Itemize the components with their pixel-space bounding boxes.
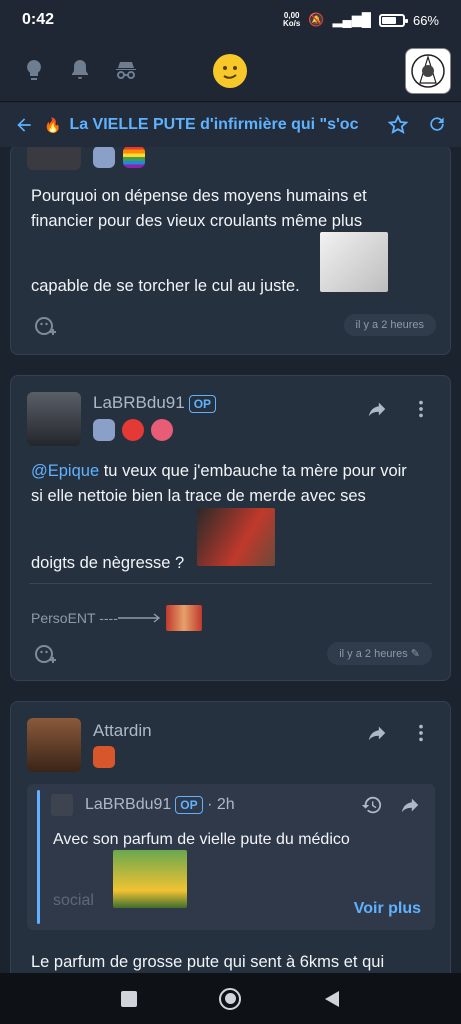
home-button[interactable] — [219, 987, 242, 1010]
author-line: LaBRBdu91 OP — [93, 393, 217, 413]
timestamp-text: il y a 2 heures — [339, 648, 408, 660]
status-bar: 0:42 0,00 Ko/s 🔕 ▂▄▆█ 66% — [0, 0, 461, 40]
message-feed[interactable]: Pourquoi on dépense des moyens humains e… — [0, 147, 461, 973]
rank-badge — [93, 419, 115, 441]
badge-row — [93, 147, 149, 173]
post-timestamp: il y a 2 heures ✎ — [327, 642, 432, 665]
star-icon[interactable] — [387, 114, 409, 136]
quote-author-name[interactable]: LaBRBdu91 — [85, 796, 171, 813]
quote-image[interactable] — [113, 850, 187, 908]
author-avatar[interactable] — [27, 392, 81, 446]
quote-bar — [37, 790, 40, 924]
add-reaction-icon[interactable] — [33, 314, 57, 338]
lightbulb-icon[interactable] — [22, 58, 46, 82]
network-speed: 0,00 Ko/s — [283, 12, 300, 28]
smiley-icon[interactable] — [213, 54, 247, 88]
author-avatar[interactable] — [27, 147, 81, 170]
post-card: Pourquoi on dépense des moyens humains e… — [10, 147, 451, 355]
sticker-image[interactable] — [320, 232, 388, 292]
topic-bar: 🔥 La VIELLE PUTE d'infirmière qui "s'oc — [0, 103, 461, 147]
clown-badge — [122, 419, 144, 441]
post-text: Le parfum de grosse pute qui sent à 6kms… — [31, 953, 385, 971]
quote-faded-text: social — [53, 892, 94, 909]
quote-header: LaBRBdu91 OP · 2h — [85, 796, 235, 814]
quote-block[interactable]: LaBRBdu91 OP · 2h Avec son parfum de viel… — [27, 784, 435, 930]
signature: PersoENT ---- — [31, 605, 202, 631]
post-line: si elle nettoie bien la trace de merde a… — [31, 487, 366, 505]
battery-percent: 66% — [412, 12, 439, 28]
back-button[interactable] — [324, 990, 340, 1008]
more-options-icon[interactable] — [410, 398, 432, 420]
add-reaction-icon[interactable] — [33, 642, 57, 666]
ornament-badge — [151, 419, 173, 441]
share-icon[interactable] — [366, 398, 388, 420]
quote-author-avatar[interactable] — [51, 794, 73, 816]
recent-apps-button[interactable] — [121, 990, 138, 1007]
author-name[interactable]: Attardin — [93, 721, 152, 740]
bell-icon[interactable] — [68, 58, 92, 82]
op-badge: OP — [188, 394, 217, 413]
rank-badge — [93, 746, 115, 768]
battery-icon — [378, 13, 408, 27]
more-options-icon[interactable] — [410, 722, 432, 744]
post-card: Attardin LaBRBdu91 OP · 2h Avec son parfu… — [10, 701, 451, 973]
history-icon[interactable] — [361, 794, 383, 816]
author-name[interactable]: LaBRBdu91 — [93, 393, 185, 412]
author-avatar[interactable] — [27, 718, 81, 772]
rainbow-badge — [123, 147, 146, 168]
see-more-link[interactable]: Voir plus — [354, 900, 421, 918]
flame-icon: 🔥 — [44, 116, 62, 133]
signal-icon: ▂▄▆█ — [332, 12, 371, 27]
clock: 0:42 — [22, 11, 55, 28]
mute-icon: 🔕 — [308, 12, 325, 27]
mention-link[interactable]: @Epique — [31, 462, 99, 480]
arrow-icon — [117, 613, 160, 623]
post-line-text: tu veux que j'embauche ta mère pour voir — [99, 462, 407, 480]
app-bar — [0, 40, 461, 102]
incognito-icon[interactable] — [114, 58, 138, 82]
system-nav-bar — [0, 973, 461, 1024]
share-icon[interactable] — [366, 722, 388, 744]
share-icon[interactable] — [399, 794, 421, 816]
refresh-icon[interactable] — [427, 114, 447, 134]
post-line: financier pour des vieux croulants même … — [31, 212, 363, 230]
signature-divider — [29, 583, 432, 584]
quote-age: · 2h — [207, 796, 235, 814]
badge-row — [93, 419, 177, 441]
topic-title: La VIELLE PUTE d'infirmière qui "s'oc — [69, 116, 359, 133]
op-badge: OP — [175, 796, 203, 814]
quote-text: Avec son parfum de vielle pute du médico — [53, 831, 350, 848]
post-line: @Epique tu veux que j'embauche ta mère p… — [31, 459, 436, 484]
signature-image[interactable] — [165, 605, 202, 631]
author-line: Attardin — [93, 721, 152, 741]
speed-unit: Ko/s — [283, 19, 301, 28]
post-card: LaBRBdu91 OP @Epique tu veux que j'embauc… — [10, 375, 451, 681]
meme-image[interactable] — [197, 508, 275, 566]
rank-badge — [93, 147, 115, 168]
post-line: Pourquoi on dépense des moyens humains e… — [31, 187, 367, 205]
signature-text: PersoENT ---- — [31, 610, 118, 626]
back-arrow-icon[interactable] — [14, 115, 34, 135]
post-timestamp: il y a 2 heures — [343, 314, 436, 336]
user-avatar[interactable] — [405, 48, 451, 94]
